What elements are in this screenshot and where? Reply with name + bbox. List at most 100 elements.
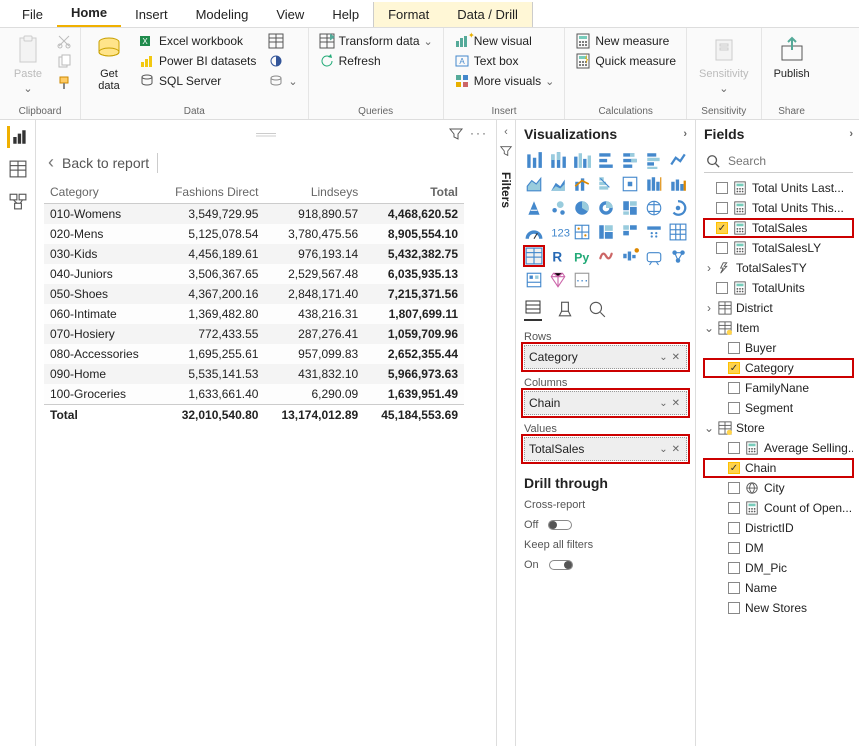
viz-type-27[interactable] — [668, 222, 688, 242]
table-row[interactable]: 040-Juniors3,506,367.652,529,567.486,035… — [44, 264, 464, 284]
pbi-datasets-button[interactable]: Power BI datasets — [137, 52, 258, 70]
keep-filters-toggle[interactable] — [549, 560, 573, 570]
field-total-units-this[interactable]: Total Units This... — [704, 199, 853, 217]
viz-type-5[interactable] — [644, 150, 664, 170]
field-segment[interactable]: Segment — [704, 399, 853, 417]
field-avg-selling[interactable]: Average Selling... — [704, 439, 853, 457]
cut-icon[interactable] — [56, 33, 72, 49]
viz-type-15[interactable] — [548, 198, 568, 218]
collapse-viz-icon[interactable]: › — [683, 128, 687, 140]
recent-sources-button[interactable]: ⌄ — [266, 72, 299, 90]
viz-type-2[interactable] — [572, 150, 592, 170]
field-totalsalesly[interactable]: TotalSalesLY — [704, 239, 853, 257]
columns-well[interactable]: Chain ⌄ ✕ — [524, 391, 687, 415]
cols-chevron-icon[interactable]: ⌄ — [657, 398, 669, 409]
viz-type-14[interactable] — [524, 198, 544, 218]
field-totalunits[interactable]: TotalUnits — [704, 279, 853, 297]
new-visual-button[interactable]: ✦New visual — [452, 32, 557, 50]
field-count-open[interactable]: Count of Open... — [704, 499, 853, 517]
filter-visual-icon[interactable] — [448, 126, 464, 142]
viz-type-19[interactable] — [644, 198, 664, 218]
field-buyer[interactable]: Buyer — [704, 339, 853, 357]
transform-data-button[interactable]: Transform data⌄ — [317, 32, 435, 50]
table-row[interactable]: 100-Groceries1,633,661.406,290.091,639,9… — [44, 384, 464, 405]
viz-type-29[interactable]: R — [548, 246, 568, 266]
more-visuals-button[interactable]: More visuals⌄ — [452, 72, 557, 90]
dataverse-button[interactable] — [266, 52, 299, 70]
viz-type-11[interactable] — [620, 174, 640, 194]
col-header-c2[interactable]: Lindseys — [264, 181, 364, 204]
viz-type-30[interactable]: Py — [572, 246, 592, 266]
paste-button[interactable]: Paste ⌄ — [8, 32, 48, 97]
collapse-fields-icon[interactable]: › — [849, 128, 853, 140]
format-well-tab[interactable] — [556, 300, 574, 321]
cross-report-toggle[interactable] — [548, 520, 572, 530]
columns-chip[interactable]: Chain — [529, 396, 657, 410]
vals-chevron-icon[interactable]: ⌄ — [657, 444, 669, 455]
search-input[interactable] — [726, 153, 859, 169]
viz-type-31[interactable] — [596, 246, 616, 266]
fields-well-tab[interactable] — [524, 300, 542, 321]
field-total-units-last[interactable]: Total Units Last... — [704, 179, 853, 197]
field-districtid[interactable]: DistrictID — [704, 519, 853, 537]
field-totalsales[interactable]: ✓TotalSales — [704, 219, 853, 237]
rows-chevron-icon[interactable]: ⌄ — [657, 352, 669, 363]
viz-type-24[interactable] — [596, 222, 616, 242]
viz-type-16[interactable] — [572, 198, 592, 218]
viz-type-25[interactable] — [620, 222, 640, 242]
viz-type-7[interactable] — [524, 174, 544, 194]
field-totalsalesty[interactable]: ›TotalSalesTY — [704, 259, 853, 277]
viz-type-17[interactable] — [596, 198, 616, 218]
viz-type-12[interactable] — [644, 174, 664, 194]
viz-type-4[interactable] — [620, 150, 640, 170]
tab-view[interactable]: View — [262, 2, 318, 27]
copy-icon[interactable] — [56, 54, 72, 70]
viz-type-36[interactable] — [548, 270, 568, 290]
field-city[interactable]: City — [704, 479, 853, 497]
analytics-well-tab[interactable] — [588, 300, 606, 321]
table-row[interactable]: 070-Hosiery772,433.55287,276.411,059,709… — [44, 324, 464, 344]
col-header-category[interactable]: Category — [44, 181, 157, 204]
cols-remove-icon[interactable]: ✕ — [670, 398, 682, 409]
grip-icon[interactable]: ══ — [256, 126, 276, 146]
viz-type-18[interactable] — [620, 198, 640, 218]
table-district[interactable]: ›District — [704, 299, 853, 317]
publish-button[interactable]: Publish — [770, 32, 814, 82]
viz-type-32[interactable] — [620, 246, 640, 266]
vals-remove-icon[interactable]: ✕ — [670, 444, 682, 455]
viz-type-0[interactable] — [524, 150, 544, 170]
new-measure-button[interactable]: New measure — [573, 32, 678, 50]
viz-type-34[interactable] — [668, 246, 688, 266]
table-store[interactable]: ⌄Store — [704, 419, 853, 437]
enter-data-button[interactable] — [266, 32, 299, 50]
field-name[interactable]: Name — [704, 579, 853, 597]
tab-modeling[interactable]: Modeling — [182, 2, 263, 27]
table-row[interactable]: 030-Kids4,456,189.61976,193.145,432,382.… — [44, 244, 464, 264]
fields-search[interactable] — [704, 150, 853, 173]
sql-server-button[interactable]: SQL Server — [137, 72, 258, 90]
tab-help[interactable]: Help — [318, 2, 373, 27]
model-view-icon[interactable] — [7, 190, 29, 212]
excel-workbook-button[interactable]: XExcel workbook — [137, 32, 258, 50]
viz-type-21[interactable] — [524, 222, 544, 242]
matrix-visual[interactable]: Category Fashions Direct Lindseys Total … — [44, 181, 464, 425]
refresh-button[interactable]: Refresh — [317, 52, 435, 70]
quick-measure-button[interactable]: Quick measure — [573, 52, 678, 70]
expand-filters-icon[interactable]: ‹ — [504, 126, 508, 138]
field-newstores[interactable]: New Stores — [704, 599, 853, 617]
col-header-total[interactable]: Total — [364, 181, 464, 204]
back-to-report-link[interactable]: Back to report — [62, 155, 149, 171]
table-row[interactable]: 020-Mens5,125,078.543,780,475.568,905,55… — [44, 224, 464, 244]
filters-pane-collapsed[interactable]: ‹ Filters — [496, 120, 516, 746]
viz-type-35[interactable] — [524, 270, 544, 290]
field-dm[interactable]: DM — [704, 539, 853, 557]
viz-type-10[interactable] — [596, 174, 616, 194]
viz-type-22[interactable]: 123 — [548, 222, 568, 242]
sensitivity-button[interactable]: Sensitivity⌄ — [695, 32, 753, 97]
tab-file[interactable]: File — [8, 2, 57, 27]
viz-type-13[interactable] — [668, 174, 688, 194]
text-box-button[interactable]: AText box — [452, 52, 557, 70]
tab-datadrill[interactable]: Data / Drill — [443, 2, 533, 27]
rows-chip[interactable]: Category — [529, 350, 657, 364]
viz-type-8[interactable] — [548, 174, 568, 194]
